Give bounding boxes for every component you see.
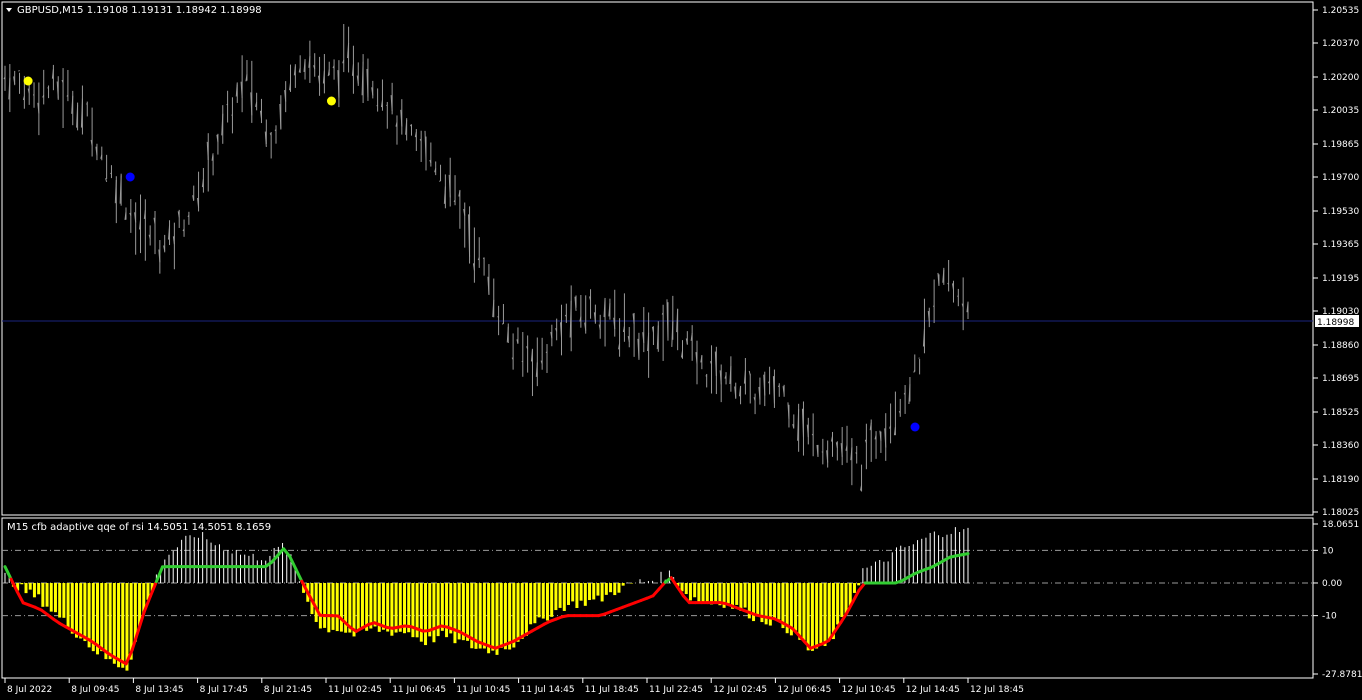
time-tick-label: 12 Jul 06:45: [777, 685, 831, 695]
time-tick-label: 12 Jul 02:45: [713, 685, 767, 695]
candle-tick: [47, 87, 49, 89]
candle-tick: [705, 375, 707, 377]
time-tick-label: 8 Jul 13:45: [135, 685, 183, 695]
indicator-tick-label: -10: [1322, 612, 1337, 622]
time-tick-label: 8 Jul 17:45: [200, 685, 248, 695]
price-tick-label: 1.20035: [1322, 106, 1359, 116]
price-tick-label: 1.19195: [1322, 274, 1359, 284]
price-tick-label: 1.18860: [1322, 341, 1359, 351]
indicator-title: M15 cfb adaptive qqe of rsi 14.5051 14.5…: [7, 522, 271, 533]
time-tick-label: 12 Jul 10:45: [842, 685, 896, 695]
time-tick-label: 12 Jul 14:45: [906, 685, 960, 695]
price-tick-label: 1.18695: [1322, 374, 1359, 384]
candle-tick: [545, 351, 548, 354]
time-tick-label: 11 Jul 14:45: [521, 685, 575, 695]
candle-tick: [497, 316, 499, 318]
down-signal-dot: [910, 422, 920, 432]
up-signal-dot: [326, 96, 336, 106]
candle-tick: [957, 295, 959, 297]
price-tick-label: 1.19530: [1322, 207, 1359, 217]
indicator-tick-label: -27.8781: [1322, 670, 1362, 680]
candle-tick: [521, 360, 524, 363]
price-tick-label: 1.20200: [1322, 73, 1359, 83]
candle-tick: [110, 172, 112, 175]
price-tick-label: 1.20370: [1322, 39, 1359, 49]
main-chart-title: GBPUSD,M15 1.19108 1.19131 1.18942 1.189…: [17, 5, 262, 16]
price-tick-label: 1.18190: [1322, 475, 1359, 485]
time-tick-label: 11 Jul 10:45: [456, 685, 510, 695]
price-tick-label: 1.19365: [1322, 240, 1359, 250]
indicator-tick-label: 18.0651: [1322, 520, 1359, 530]
price-tick-label: 1.18360: [1322, 441, 1359, 451]
time-tick-label: 11 Jul 02:45: [328, 685, 382, 695]
time-tick-label: 11 Jul 06:45: [392, 685, 446, 695]
time-tick-label: 8 Jul 2022: [7, 685, 52, 695]
time-tick-label: 12 Jul 18:45: [970, 685, 1024, 695]
indicator-tick-label: 0.00: [1322, 579, 1342, 589]
time-tick-label: 8 Jul 21:45: [264, 685, 312, 695]
current-price-badge: 1.18998: [1317, 318, 1354, 328]
price-tick-label: 1.19865: [1322, 140, 1359, 150]
time-tick-label: 11 Jul 18:45: [585, 685, 639, 695]
price-tick-label: 1.20535: [1322, 6, 1359, 16]
price-tick-label: 1.19700: [1322, 173, 1359, 183]
chart-root: GBPUSD,M15 1.19108 1.19131 1.18942 1.189…: [0, 0, 1362, 700]
down-signal-dot: [125, 172, 135, 182]
indicator-tick-label: 10: [1322, 546, 1334, 556]
time-tick-label: 8 Jul 09:45: [71, 685, 119, 695]
time-tick-label: 11 Jul 22:45: [649, 685, 703, 695]
price-tick-label: 1.18525: [1322, 408, 1359, 418]
up-signal-dot: [23, 76, 33, 86]
price-tick-label: 1.18025: [1322, 508, 1359, 518]
candle-tick: [18, 69, 20, 72]
indicator-line-segment: [960, 552, 970, 557]
